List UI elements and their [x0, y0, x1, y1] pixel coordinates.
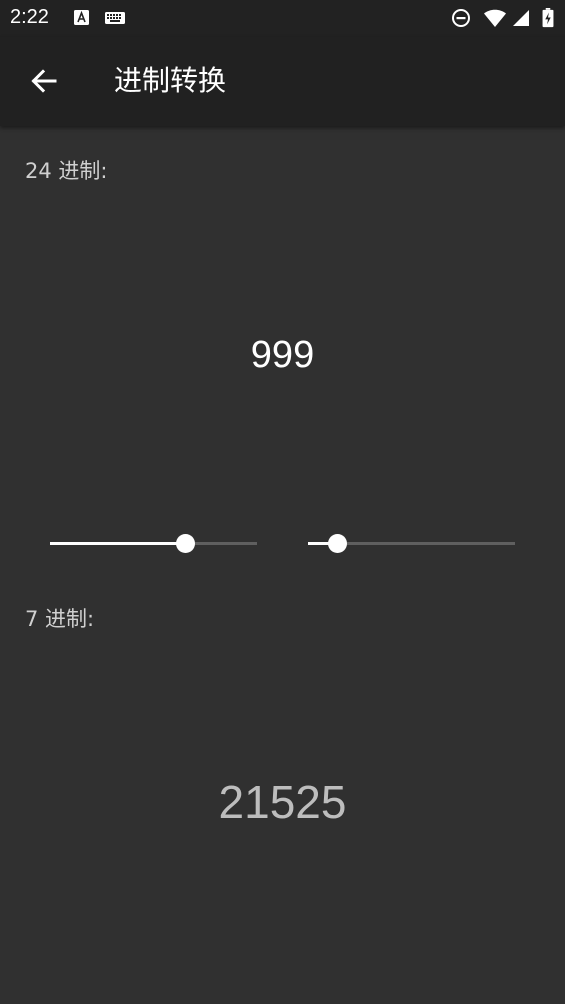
do-not-disturb-icon — [452, 9, 470, 27]
target-radix-label: 7 进制: — [25, 607, 95, 631]
back-button[interactable] — [24, 61, 64, 101]
app-bar: 进制转换 — [0, 37, 565, 126]
text-a-notification-icon — [74, 10, 89, 25]
slider-fill — [50, 542, 185, 545]
slider-thumb[interactable] — [175, 534, 195, 553]
cell-signal-icon — [513, 10, 529, 26]
source-value-input[interactable]: 999 — [0, 334, 565, 377]
status-bar: 2:22 — [0, 0, 565, 37]
source-radix-label: 24 进制: — [25, 159, 108, 183]
keyboard-icon — [105, 12, 125, 24]
slider-thumb[interactable] — [327, 534, 347, 553]
status-time: 2:22 — [10, 6, 49, 28]
target-value-output: 21525 — [218, 776, 347, 828]
target-radix-slider[interactable] — [308, 532, 515, 556]
page-title: 进制转换 — [114, 64, 227, 97]
battery-charging-icon — [542, 8, 554, 28]
arrow-back-icon — [31, 69, 57, 93]
wifi-icon — [484, 9, 506, 27]
source-radix-slider[interactable] — [50, 532, 257, 556]
